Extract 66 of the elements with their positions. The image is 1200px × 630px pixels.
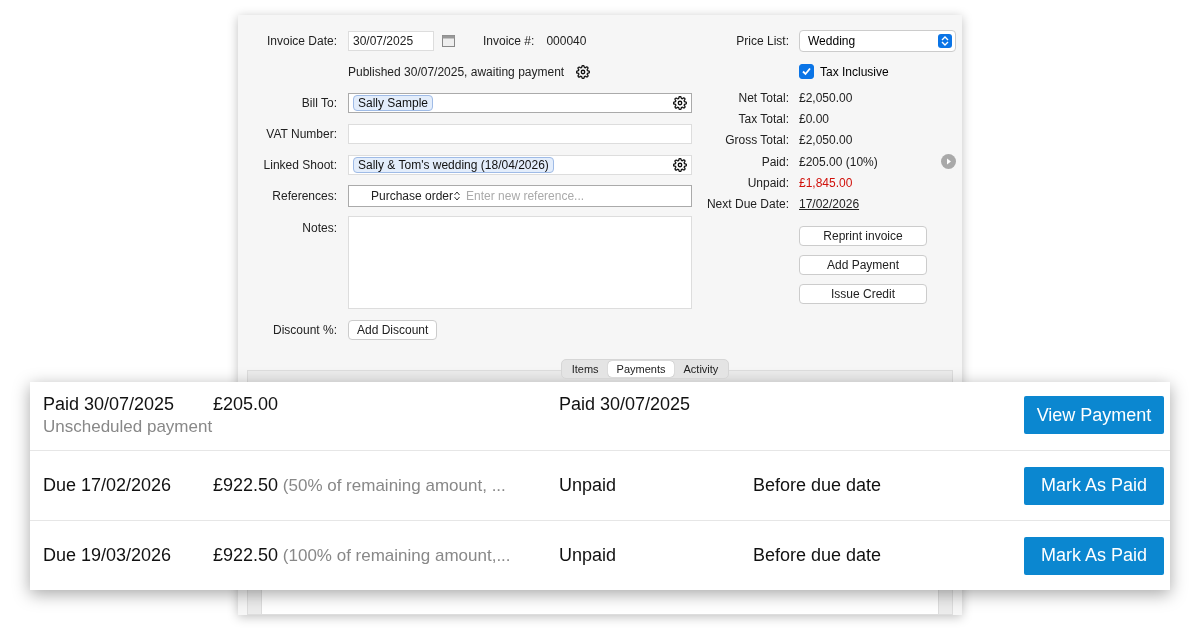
payment-amount: £922.50 (50% of remaining amount, ... (213, 475, 507, 496)
tab[interactable]: Payments (607, 361, 675, 377)
total-value: £205.00 (10%) (799, 154, 878, 169)
payment-action-button[interactable]: Mark As Paid (1024, 536, 1164, 575)
total-value: £2,050.00 (799, 90, 853, 105)
total-value: £2,050.00 (799, 133, 853, 148)
calendar-icon[interactable] (442, 34, 455, 47)
price-list-select[interactable]: Wedding (799, 29, 956, 52)
checkbox-label: Tax Inclusive (820, 64, 889, 79)
bill-to-field[interactable]: Sally Sample (348, 92, 692, 113)
payment-timing: Before due date (753, 545, 883, 566)
placeholder: Enter new reference... (466, 188, 585, 203)
payment-status: Unpaid (559, 475, 618, 496)
input-field[interactable] (348, 123, 692, 144)
total-label: Tax Total: (738, 111, 789, 126)
contact-token[interactable]: Sally Sample (353, 94, 434, 111)
payment-timing: Before due date (753, 475, 883, 496)
tab[interactable]: Activity (674, 361, 728, 377)
disclosure-icon[interactable] (941, 154, 956, 170)
field-label: Notes: (301, 221, 337, 235)
field-label: Discount %: (271, 322, 337, 337)
add-discount-button[interactable]: Add Discount (348, 319, 438, 340)
payment-amount: £922.50 (100% of remaining amount,... (213, 545, 512, 566)
payment-status: Paid 30/07/2025 (559, 394, 692, 415)
payment-note: Unscheduled payment (43, 417, 213, 437)
total-label: Next Due Date: (706, 197, 789, 212)
settings-icon[interactable] (576, 64, 591, 79)
date-field[interactable]: 30/07/2025 (348, 30, 434, 51)
status-text: Published 30/07/2025, awaiting payment (348, 64, 565, 79)
action-button[interactable]: Reprint invoice (799, 225, 927, 246)
field-label: Linked Shoot: (262, 157, 337, 172)
total-value: £1,845.00 (799, 175, 853, 190)
payment-action-button[interactable]: Mark As Paid (1024, 466, 1164, 505)
invoice-number: 000040 (546, 33, 587, 48)
settings-icon[interactable] (673, 95, 687, 110)
field-label: Invoice #: (483, 33, 535, 48)
due-date-link[interactable]: 17/02/2026 (799, 197, 860, 212)
total-label: Unpaid: (747, 175, 789, 190)
shoot-token[interactable]: Sally & Tom's wedding (18/04/2026) (353, 156, 554, 173)
settings-icon[interactable] (673, 157, 687, 172)
reference-field[interactable]: Purchase order Enter new reference... (348, 184, 692, 207)
stepper-icon (938, 33, 952, 48)
payment-action-button[interactable]: View Payment (1024, 396, 1164, 434)
total-label: Gross Total: (725, 133, 789, 148)
field-label: Invoice Date: (265, 33, 337, 48)
tab[interactable]: Items (562, 361, 608, 377)
action-button[interactable]: Add Payment (799, 254, 927, 275)
payment-status: Unpaid (559, 545, 618, 566)
field-label: Price List: (735, 33, 789, 48)
field-label: References: (271, 188, 337, 203)
notes-field[interactable] (348, 216, 692, 309)
checkbox[interactable] (799, 64, 814, 79)
payment-date: Due 19/03/2026 (43, 545, 173, 566)
stepper-icon[interactable] (454, 190, 461, 201)
payment-date: Paid 30/07/2025 (43, 394, 176, 415)
action-button[interactable]: Issue Credit (799, 283, 927, 304)
payment-date: Due 17/02/2026 (43, 475, 173, 496)
linked-shoot-field[interactable]: Sally & Tom's wedding (18/04/2026) (348, 154, 692, 175)
field-label: Bill To: (300, 95, 337, 110)
reference-type-select[interactable]: Purchase order (371, 188, 454, 203)
total-label: Paid: (761, 154, 789, 169)
field-label: VAT Number: (265, 126, 337, 141)
total-value: £0.00 (799, 111, 830, 126)
total-label: Net Total: (738, 90, 789, 105)
checkmark-icon (802, 67, 811, 76)
payment-amount: £205.00 (213, 394, 280, 415)
